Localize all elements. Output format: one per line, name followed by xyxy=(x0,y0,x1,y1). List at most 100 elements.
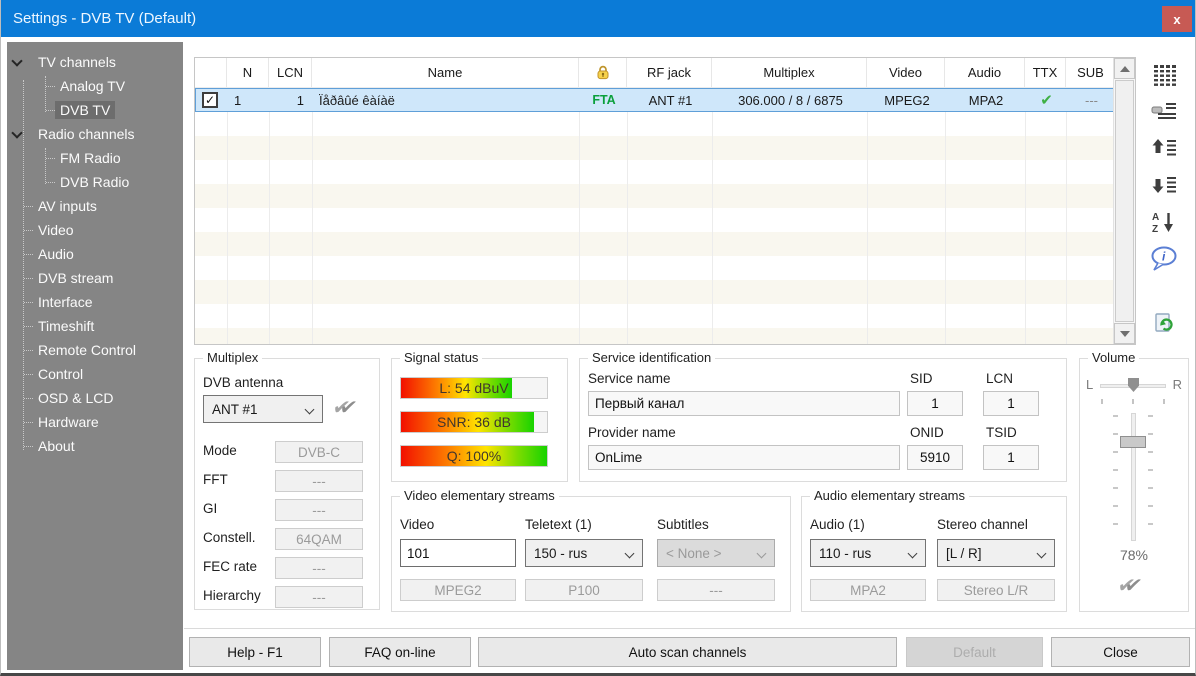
sidebar-item-remote-control[interactable]: Remote Control xyxy=(7,338,183,362)
channel-grid-icon[interactable] xyxy=(1147,60,1181,90)
col-header-check[interactable] xyxy=(195,58,227,87)
antenna-apply-check-icon xyxy=(333,395,365,421)
stereo-channel-select[interactable]: [L / R] xyxy=(937,539,1055,567)
col-header-lock[interactable] xyxy=(579,58,627,87)
sidebar-item-hardware[interactable]: Hardware xyxy=(7,410,183,434)
balance-right-label: R xyxy=(1173,377,1182,392)
volume-thumb[interactable] xyxy=(1120,436,1146,448)
tsid-label: TSID xyxy=(986,425,1017,440)
sidebar-item-about[interactable]: About xyxy=(7,434,183,458)
edit-channel-icon[interactable] xyxy=(1147,96,1181,126)
sidebar-item-radio-channels[interactable]: Radio channels xyxy=(7,122,183,146)
chevron-down-icon xyxy=(908,549,918,559)
audio-track-label: Audio (1) xyxy=(810,517,865,532)
channel-rf-jack: ANT #1 xyxy=(628,89,713,111)
sidebar-item-dvb-radio[interactable]: DVB Radio xyxy=(7,170,183,194)
teletext-select[interactable]: 150 - rus xyxy=(525,539,643,567)
onid-label: ONID xyxy=(910,425,944,440)
sidebar-item-osd-lcd[interactable]: OSD & LCD xyxy=(7,386,183,410)
signal-quality-text: Q: 100% xyxy=(401,446,547,467)
channel-checkbox-cell: ✓ xyxy=(196,89,228,111)
balance-thumb[interactable] xyxy=(1128,378,1139,392)
col-header-multiplex[interactable]: Multiplex xyxy=(712,58,867,87)
sort-az-icon[interactable]: A Z xyxy=(1147,207,1181,237)
dvb-antenna-select[interactable]: ANT #1 xyxy=(203,395,323,423)
padlock-icon xyxy=(595,65,611,80)
col-header-ttx[interactable]: TTX xyxy=(1025,58,1066,87)
audio-streams-panel: Audio elementary streams Audio (1) 110 -… xyxy=(801,496,1067,612)
sidebar-item-fm-radio[interactable]: FM Radio xyxy=(7,146,183,170)
channel-multiplex: 306.000 / 8 / 6875 xyxy=(713,89,868,111)
col-header-name[interactable]: Name xyxy=(312,58,579,87)
onid-field: 5910 xyxy=(907,445,963,470)
window-title: Settings - DVB TV (Default) xyxy=(13,0,196,37)
volume-percent: 78% xyxy=(1080,547,1188,563)
sidebar-item-dvb-stream[interactable]: DVB stream xyxy=(7,266,183,290)
channel-info-icon[interactable]: i xyxy=(1147,244,1181,274)
sidebar-item-control[interactable]: Control xyxy=(7,362,183,386)
table-scrollbar[interactable] xyxy=(1113,58,1135,344)
scrollbar-thumb[interactable] xyxy=(1115,80,1134,322)
dvb-antenna-value: ANT #1 xyxy=(212,402,258,417)
sidebar-item-interface[interactable]: Interface xyxy=(7,290,183,314)
volume-slider[interactable] xyxy=(1131,413,1136,541)
chevron-down-icon xyxy=(1037,549,1047,559)
channel-ttx-check-icon: ✔ xyxy=(1026,89,1067,111)
titlebar: Settings - DVB TV (Default) x xyxy=(1,0,1195,37)
teletext-value: 150 - rus xyxy=(534,546,587,561)
service-name-label: Service name xyxy=(588,371,671,386)
chevron-down-icon[interactable] xyxy=(11,127,22,138)
sidebar-item-tv-channels[interactable]: TV channels xyxy=(7,50,183,74)
channel-row[interactable]: ✓ 1 1 Ïåðâûé êàíàë FTA ANT #1 306.000 / … xyxy=(195,88,1135,112)
constellation-value: 64QAM xyxy=(275,528,363,550)
chevron-down-icon[interactable] xyxy=(11,55,22,66)
sidebar-item-analog-tv[interactable]: Analog TV xyxy=(7,74,183,98)
audio-streams-title: Audio elementary streams xyxy=(810,488,969,503)
stereo-mode-value: Stereo L/R xyxy=(937,579,1055,601)
scroll-down-button[interactable] xyxy=(1114,323,1135,344)
move-down-icon[interactable] xyxy=(1147,170,1181,200)
rescan-icon[interactable] xyxy=(1147,308,1181,338)
faq-button[interactable]: FAQ on-line xyxy=(329,637,471,667)
sidebar-item-video[interactable]: Video xyxy=(7,218,183,242)
col-header-audio[interactable]: Audio xyxy=(945,58,1025,87)
video-pid-input[interactable]: 101 xyxy=(400,539,516,567)
fft-label: FFT xyxy=(203,472,228,487)
sidebar-item-dvb-tv[interactable]: DVB TV xyxy=(7,98,183,122)
col-header-sub[interactable]: SUB xyxy=(1066,58,1115,87)
col-header-lcn[interactable]: LCN xyxy=(269,58,312,87)
close-button[interactable]: x xyxy=(1162,6,1192,32)
volume-panel-title: Volume xyxy=(1088,350,1139,365)
volume-ticks-left xyxy=(1113,415,1118,541)
help-button[interactable]: Help - F1 xyxy=(189,637,321,667)
tsid-field: 1 xyxy=(983,445,1039,470)
channel-video-codec: MPEG2 xyxy=(868,89,946,111)
signal-level-bar: L: 54 dBuV xyxy=(400,377,548,399)
volume-ticks-right xyxy=(1148,415,1153,541)
sidebar-item-audio[interactable]: Audio xyxy=(7,242,183,266)
video-codec-value: MPEG2 xyxy=(400,579,516,601)
move-up-icon[interactable] xyxy=(1147,133,1181,163)
signal-snr-text: SNR: 36 dB xyxy=(401,412,547,433)
col-header-video[interactable]: Video xyxy=(867,58,945,87)
close-dialog-button[interactable]: Close xyxy=(1051,637,1190,667)
footer-separator xyxy=(184,628,1196,629)
audio-track-select[interactable]: 110 - rus xyxy=(810,539,926,567)
scroll-up-button[interactable] xyxy=(1114,58,1135,79)
channel-checkbox[interactable]: ✓ xyxy=(202,92,218,108)
col-header-n[interactable]: N xyxy=(227,58,269,87)
col-header-rf-jack[interactable]: RF jack xyxy=(627,58,712,87)
channel-access-badge: FTA xyxy=(580,89,628,111)
triangle-down-icon xyxy=(1120,331,1130,337)
sidebar-item-timeshift[interactable]: Timeshift xyxy=(7,314,183,338)
settings-window: Settings - DVB TV (Default) x TV channel… xyxy=(0,0,1196,676)
hierarchy-value: --- xyxy=(275,586,363,608)
audio-codec-value: MPA2 xyxy=(810,579,926,601)
gi-value: --- xyxy=(275,499,363,521)
channel-audio-codec: MPA2 xyxy=(946,89,1026,111)
service-name-field: Первый канал xyxy=(588,391,900,416)
channel-lcn: 1 xyxy=(270,89,313,111)
sidebar-item-av-inputs[interactable]: AV inputs xyxy=(7,194,183,218)
balance-left-label: L xyxy=(1086,377,1093,392)
auto-scan-button[interactable]: Auto scan channels xyxy=(478,637,897,667)
